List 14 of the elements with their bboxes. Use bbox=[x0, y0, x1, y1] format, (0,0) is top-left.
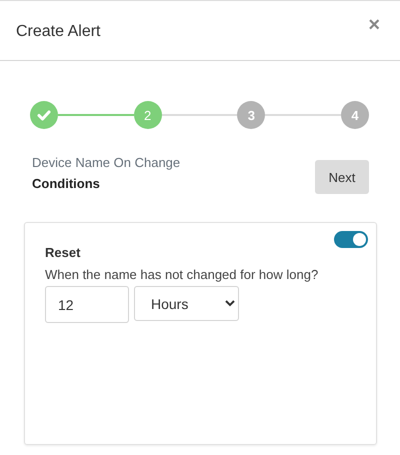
current-step: 2 bbox=[134, 101, 162, 129]
check-icon bbox=[37, 110, 51, 120]
condition-question: When the name has not changed for how long? bbox=[45, 267, 320, 282]
unit-select[interactable]: Hours bbox=[134, 286, 239, 321]
close-button[interactable]: × bbox=[364, 15, 384, 35]
duration-input[interactable]: 12 bbox=[45, 286, 129, 323]
step-number: 4 bbox=[341, 101, 370, 129]
dialog-title: Create Alert bbox=[16, 23, 100, 41]
section-heading: Conditions bbox=[32, 176, 101, 191]
toggle-switch[interactable] bbox=[334, 231, 368, 248]
alert-type-label: Device Name On Change bbox=[32, 155, 180, 170]
next-button[interactable]: Next bbox=[315, 160, 369, 194]
condition-title: Reset bbox=[45, 245, 82, 260]
step-number: 3 bbox=[237, 101, 266, 129]
